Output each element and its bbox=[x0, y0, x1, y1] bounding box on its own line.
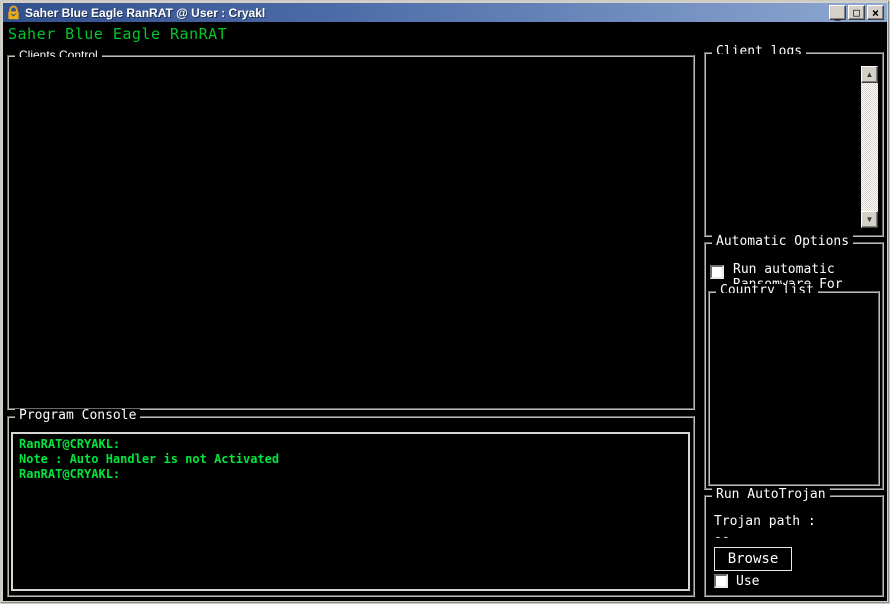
console-line: RanRAT@CRYAKL: bbox=[19, 437, 682, 452]
minimize-icon: _ bbox=[834, 14, 840, 18]
program-console-label: Program Console bbox=[15, 409, 140, 423]
trojan-path-label: Trojan path : bbox=[714, 514, 816, 529]
use-checkbox[interactable] bbox=[714, 574, 728, 588]
client-logs-group: Client logs ▲ ▼ bbox=[704, 52, 884, 237]
use-label: Use bbox=[736, 574, 759, 589]
clients-control-area bbox=[9, 57, 693, 408]
app-icon bbox=[6, 5, 21, 20]
client-logs-area bbox=[706, 54, 882, 235]
close-button[interactable]: × bbox=[867, 5, 884, 20]
app-heading: Saher Blue Eagle RanRAT bbox=[8, 25, 227, 43]
maximize-icon: □ bbox=[853, 7, 860, 18]
app-window: Saher Blue Eagle RanRAT @ User : Cryakl … bbox=[0, 0, 890, 604]
trojan-path-value: -- bbox=[714, 530, 730, 545]
country-list-area bbox=[710, 293, 878, 484]
console-line: Note : Auto Handler is not Activated bbox=[19, 452, 682, 467]
window-controls: _ □ × bbox=[829, 5, 884, 20]
close-icon: × bbox=[872, 7, 879, 19]
automatic-options-label: Automatic Options bbox=[712, 235, 853, 249]
run-autotrojan-label: Run AutoTrojan bbox=[712, 488, 830, 502]
title-bar: Saher Blue Eagle RanRAT @ User : Cryakl … bbox=[3, 3, 887, 22]
scroll-down-icon: ▼ bbox=[866, 216, 874, 224]
run-autotrojan-group: Run AutoTrojan Trojan path : -- Browse U… bbox=[704, 495, 884, 597]
scroll-down-button[interactable]: ▼ bbox=[861, 211, 878, 228]
maximize-button[interactable]: □ bbox=[848, 5, 865, 20]
console-line: RanRAT@CRYAKL: bbox=[19, 467, 682, 482]
scroll-up-icon: ▲ bbox=[866, 71, 874, 79]
window-title: Saher Blue Eagle RanRAT @ User : Cryakl bbox=[25, 6, 825, 20]
client-logs-scrollbar[interactable]: ▲ ▼ bbox=[861, 66, 878, 228]
run-automatic-checkbox[interactable] bbox=[710, 265, 724, 279]
scrollbar-track[interactable] bbox=[861, 83, 878, 211]
country-list-group: Country list bbox=[708, 291, 880, 486]
automatic-options-group: Automatic Options Run automatic Ransomwa… bbox=[704, 242, 884, 490]
clients-control-group: Clients Control bbox=[7, 55, 695, 410]
minimize-button[interactable]: _ bbox=[829, 5, 846, 20]
console-output: RanRAT@CRYAKL: Note : Auto Handler is no… bbox=[11, 432, 690, 591]
browse-button[interactable]: Browse bbox=[714, 547, 792, 571]
scroll-up-button[interactable]: ▲ bbox=[861, 66, 878, 83]
